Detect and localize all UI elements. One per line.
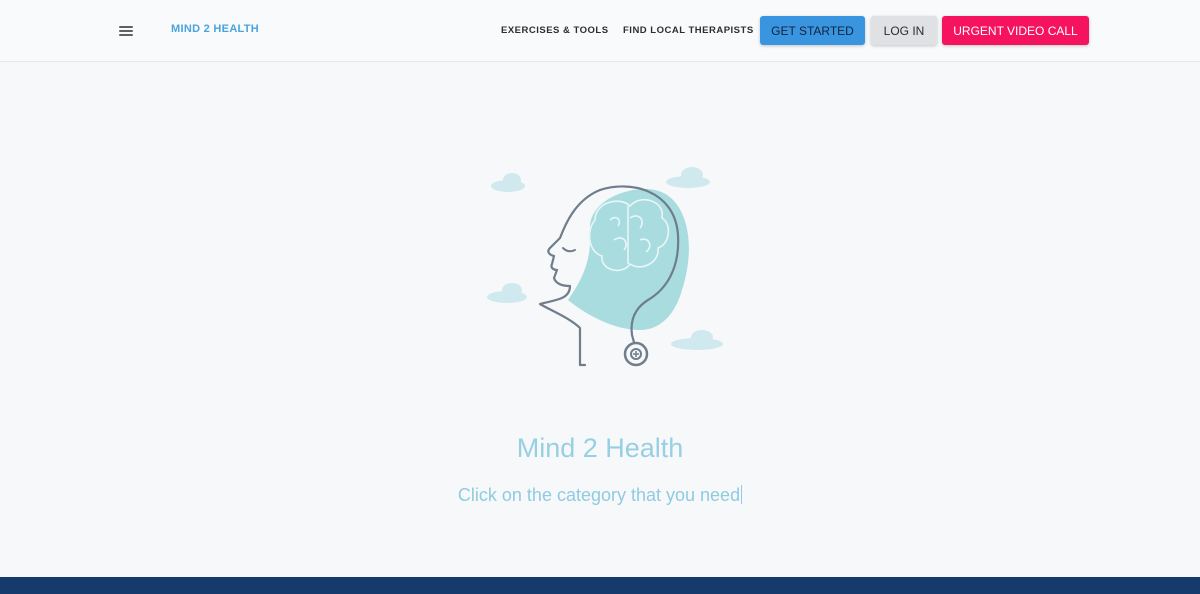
page: MIND 2 HEALTH EXERCISES & TOOLS FIND LOC…	[0, 0, 1200, 594]
top-navbar: MIND 2 HEALTH EXERCISES & TOOLS FIND LOC…	[0, 0, 1200, 62]
hamburger-menu-icon[interactable]	[116, 20, 138, 42]
typing-cursor	[741, 485, 743, 504]
hero-title: Mind 2 Health	[516, 433, 684, 463]
urgent-video-call-button[interactable]: URGENT VIDEO CALL	[942, 16, 1089, 45]
get-started-button[interactable]: GET STARTED	[760, 16, 865, 45]
hero-subtitle-text: Click on the category that you need	[457, 485, 741, 505]
nav-find-local-therapists[interactable]: FIND LOCAL THERAPISTS	[623, 25, 754, 36]
nav-exercises-tools[interactable]: EXERCISES & TOOLS	[501, 25, 609, 36]
head-brain-stethoscope-icon	[470, 160, 730, 375]
brand-logo-link[interactable]: MIND 2 HEALTH	[171, 23, 259, 35]
footer-bar	[0, 577, 1200, 594]
hero-subtitle: Click on the category that you need	[0, 485, 1200, 506]
log-in-button[interactable]: LOG IN	[871, 16, 937, 45]
